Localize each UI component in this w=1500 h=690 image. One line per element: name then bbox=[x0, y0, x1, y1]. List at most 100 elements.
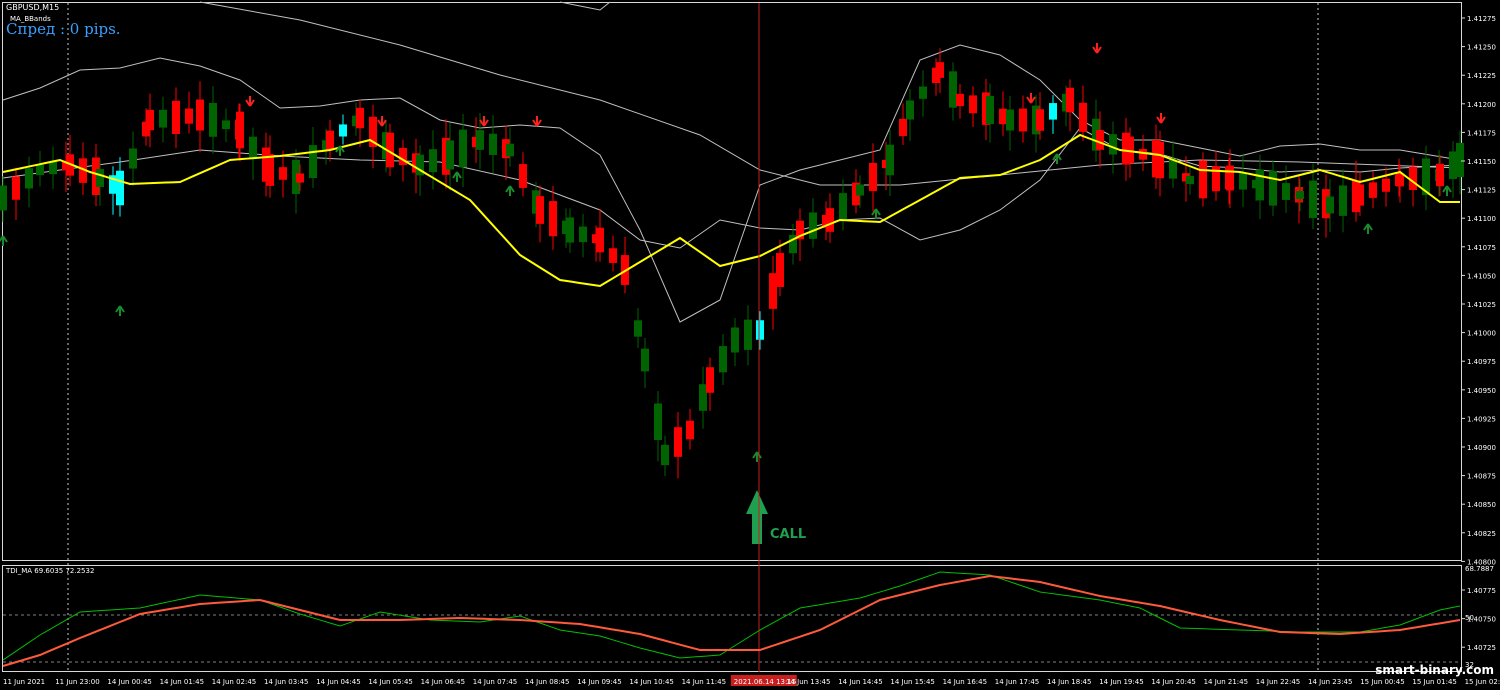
candle-body bbox=[326, 130, 334, 150]
candle-body bbox=[776, 253, 784, 287]
candle-body bbox=[744, 319, 752, 350]
candle-body bbox=[116, 170, 124, 206]
moving-average-line bbox=[2, 133, 1460, 288]
price-label: 1.40775 bbox=[1467, 587, 1496, 595]
price-label: 1.40875 bbox=[1467, 473, 1496, 481]
tdi-slow-line bbox=[2, 574, 1461, 667]
candle-body bbox=[1382, 178, 1390, 192]
candle-body bbox=[12, 176, 20, 200]
time-label: 14 Jun 14:45 bbox=[838, 678, 882, 686]
candle-body bbox=[706, 367, 714, 393]
candle-body bbox=[1456, 142, 1464, 178]
time-label: 14 Jun 17:45 bbox=[995, 678, 1039, 686]
candle-body bbox=[25, 168, 33, 189]
up-arrow-icon bbox=[1363, 223, 1373, 234]
candle-body bbox=[596, 227, 604, 253]
time-label: 14 Jun 22:45 bbox=[1256, 678, 1300, 686]
candle-body bbox=[1019, 108, 1027, 132]
up-arrow-icon bbox=[1052, 153, 1062, 164]
candle-body bbox=[1282, 183, 1290, 200]
candle-body bbox=[159, 109, 167, 128]
time-label: 14 Jun 03:45 bbox=[264, 678, 308, 686]
candle-body bbox=[1139, 148, 1147, 160]
candle-body bbox=[856, 184, 864, 196]
candle-body bbox=[96, 169, 104, 187]
candle-body bbox=[549, 201, 557, 237]
candle-body bbox=[686, 420, 694, 440]
candle-body bbox=[566, 217, 574, 243]
candle-body bbox=[769, 273, 777, 309]
down-arrow-icon bbox=[1156, 113, 1166, 124]
candle-body bbox=[1006, 109, 1014, 131]
candle-body bbox=[172, 100, 180, 134]
down-arrow-icon bbox=[1026, 93, 1036, 104]
price-label: 1.40950 bbox=[1467, 387, 1496, 395]
candle-body bbox=[0, 185, 7, 211]
price-label: 1.41275 bbox=[1467, 15, 1496, 23]
candle-body bbox=[906, 100, 914, 120]
candle-body bbox=[1049, 103, 1057, 120]
tdi-scale-label: 68.7887 bbox=[1465, 565, 1494, 573]
time-label: 15 Jun 00:45 bbox=[1360, 678, 1404, 686]
time-label: 14 Jun 10:45 bbox=[629, 678, 673, 686]
time-label: 15 Jun 01:45 bbox=[1412, 678, 1456, 686]
candle-body bbox=[536, 196, 544, 224]
time-label: 14 Jun 01:45 bbox=[160, 678, 204, 686]
time-label: 11 Jun 23:00 bbox=[55, 678, 99, 686]
candle-body bbox=[1409, 166, 1417, 191]
price-label: 1.41150 bbox=[1467, 158, 1496, 166]
candle-body bbox=[36, 164, 44, 176]
candle-body bbox=[661, 444, 669, 466]
time-label: 15 Jun 02:45 bbox=[1465, 678, 1500, 686]
time-label: 14 Jun 20:45 bbox=[1151, 678, 1195, 686]
candle-body bbox=[1369, 182, 1377, 198]
time-label: 14 Jun 18:45 bbox=[1047, 678, 1091, 686]
candle-body bbox=[1036, 109, 1044, 131]
price-label: 1.41075 bbox=[1467, 244, 1496, 252]
watermark: smart-binary.com bbox=[1375, 663, 1494, 677]
main-frame bbox=[2, 2, 1462, 561]
candle-body bbox=[839, 193, 847, 221]
time-label: 14 Jun 04:45 bbox=[316, 678, 360, 686]
candle-body bbox=[1449, 151, 1457, 180]
candle-body bbox=[222, 120, 230, 130]
candle-body bbox=[236, 111, 244, 149]
candle-body bbox=[1066, 87, 1074, 113]
candle-body bbox=[1239, 172, 1247, 190]
time-label: 14 Jun 00:45 bbox=[107, 678, 151, 686]
tdi-fast-line bbox=[2, 571, 1461, 661]
candle-body bbox=[129, 148, 137, 169]
time-label: 14 Jun 19:45 bbox=[1099, 678, 1143, 686]
time-label: 14 Jun 07:45 bbox=[473, 678, 517, 686]
price-label: 1.41050 bbox=[1467, 272, 1496, 280]
time-label: 14 Jun 08:45 bbox=[525, 678, 569, 686]
time-label: 14 Jun 11:45 bbox=[682, 678, 726, 686]
candle-body bbox=[936, 62, 944, 78]
up-arrow-icon bbox=[752, 451, 762, 462]
up-arrow-icon bbox=[505, 185, 515, 196]
price-label: 1.41100 bbox=[1467, 215, 1496, 223]
candle-body bbox=[719, 346, 727, 373]
time-label: 14 Jun 16:45 bbox=[943, 678, 987, 686]
candle-body bbox=[674, 427, 682, 457]
candle-body bbox=[249, 136, 257, 158]
candle-body bbox=[826, 208, 834, 232]
price-label: 1.41200 bbox=[1467, 101, 1496, 109]
candle-body bbox=[654, 403, 662, 440]
candle-body bbox=[809, 212, 817, 239]
candle-body bbox=[209, 102, 217, 137]
candle-body bbox=[489, 133, 497, 155]
candle-body bbox=[886, 144, 894, 176]
candle-body bbox=[1269, 170, 1277, 206]
candle-body bbox=[339, 124, 347, 137]
candle-body bbox=[1109, 134, 1117, 155]
candle-body bbox=[949, 71, 957, 108]
candle-body bbox=[476, 130, 484, 150]
candle-body bbox=[146, 109, 154, 131]
candle-body bbox=[1186, 175, 1194, 185]
candle-body bbox=[699, 384, 707, 411]
candle-body bbox=[731, 327, 739, 353]
price-label: 1.40900 bbox=[1467, 444, 1496, 452]
chart-canvas[interactable]: 1.41275 1.41250 1.41225 1.41200 1.41175 1.411… bbox=[0, 0, 1500, 690]
candle-body bbox=[956, 93, 964, 107]
